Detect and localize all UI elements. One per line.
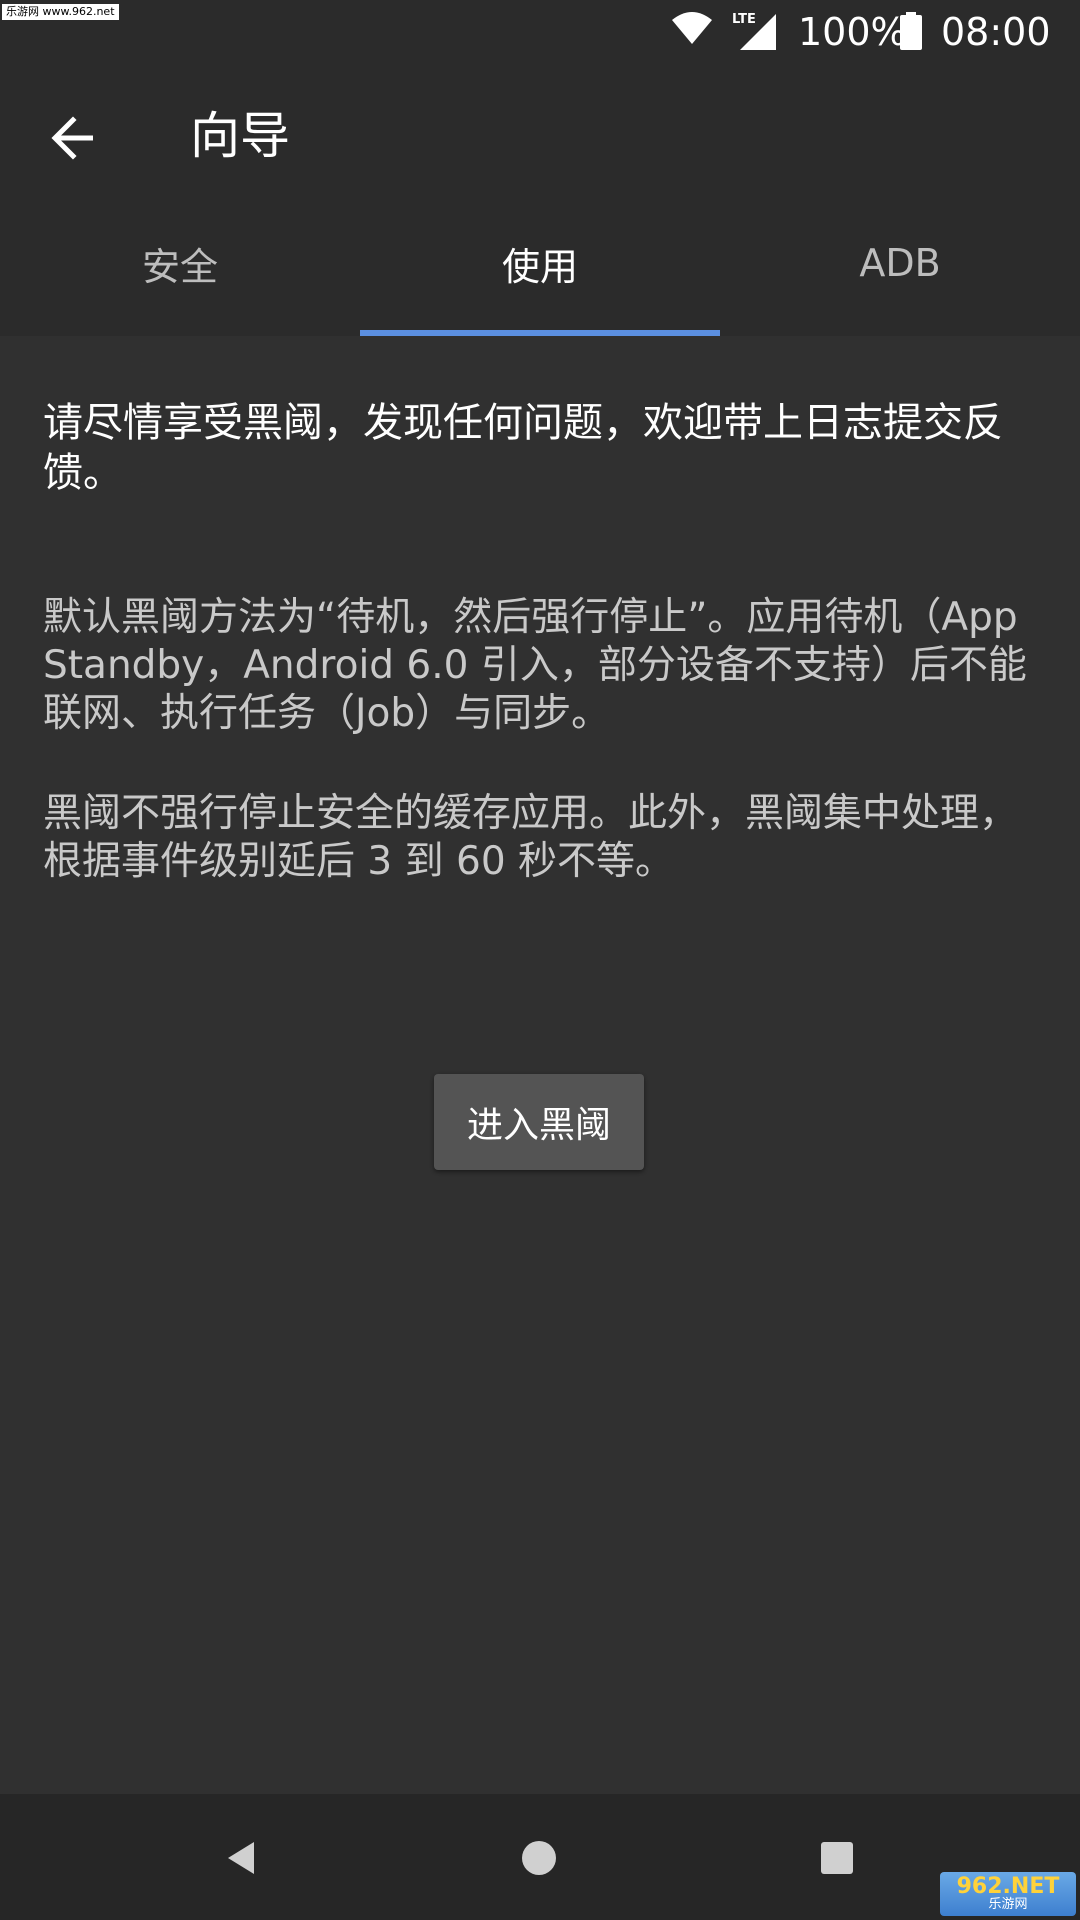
clock: 08:00 [941,10,1051,54]
tab-bar: 安全 使用 ADB [0,210,1080,336]
battery-percent: 100% [798,10,907,54]
watermark-site: 乐游网 [988,1897,1028,1912]
nav-home-button[interactable] [501,1820,577,1896]
standby-description: 默认黑阈方法为“待机，然后强行停止”。应用待机（App Standby，Andr… [43,595,1027,736]
page-title: 向导 [190,107,290,165]
tab-security[interactable]: 安全 [0,210,360,336]
tab-label: 安全 [141,244,218,289]
tab-indicator [360,330,720,336]
tab-usage[interactable]: 使用 [360,210,720,336]
intro-block: 请尽情享受黑阈，发现任何问题，欢迎带上日志提交反馈。 [43,398,1033,498]
status-bar: 乐游网 www.962.net LTE 100% 08:00 [0,0,1080,63]
watermark-brand: 962.NET [956,1874,1060,1899]
lte-signal-icon: LTE [732,12,776,50]
navigation-bar [0,1794,1080,1920]
enter-button[interactable]: 进入黑阈 [434,1074,644,1170]
nav-recents-button[interactable] [799,1820,875,1896]
back-button[interactable] [38,103,108,173]
cache-description: 黑阈不强行停止安全的缓存应用。此外，黑阈集中处理，根据事件级别延后 3 到 60… [43,791,1019,884]
tab-adb[interactable]: ADB [720,210,1080,336]
nav-back-icon [228,1842,254,1874]
nav-home-icon [522,1841,556,1875]
lte-label: LTE [732,12,756,27]
nav-back-button[interactable] [204,1820,280,1896]
watermark-top: 乐游网 www.962.net [2,4,119,20]
tab-label: ADB [859,241,941,285]
watermark-logo: 962.NET 乐游网 [940,1872,1076,1916]
arrow-left-icon [51,116,93,160]
intro-text: 请尽情享受黑阈，发现任何问题，欢迎带上日志提交反馈。 [43,400,1003,496]
wifi-icon [672,12,712,44]
battery-icon [900,12,922,50]
screen: 乐游网 www.962.net LTE 100% 08:00 向导 安全 使用 … [0,0,1080,1920]
tab-label: 使用 [501,244,578,289]
nav-recents-icon [821,1842,853,1874]
